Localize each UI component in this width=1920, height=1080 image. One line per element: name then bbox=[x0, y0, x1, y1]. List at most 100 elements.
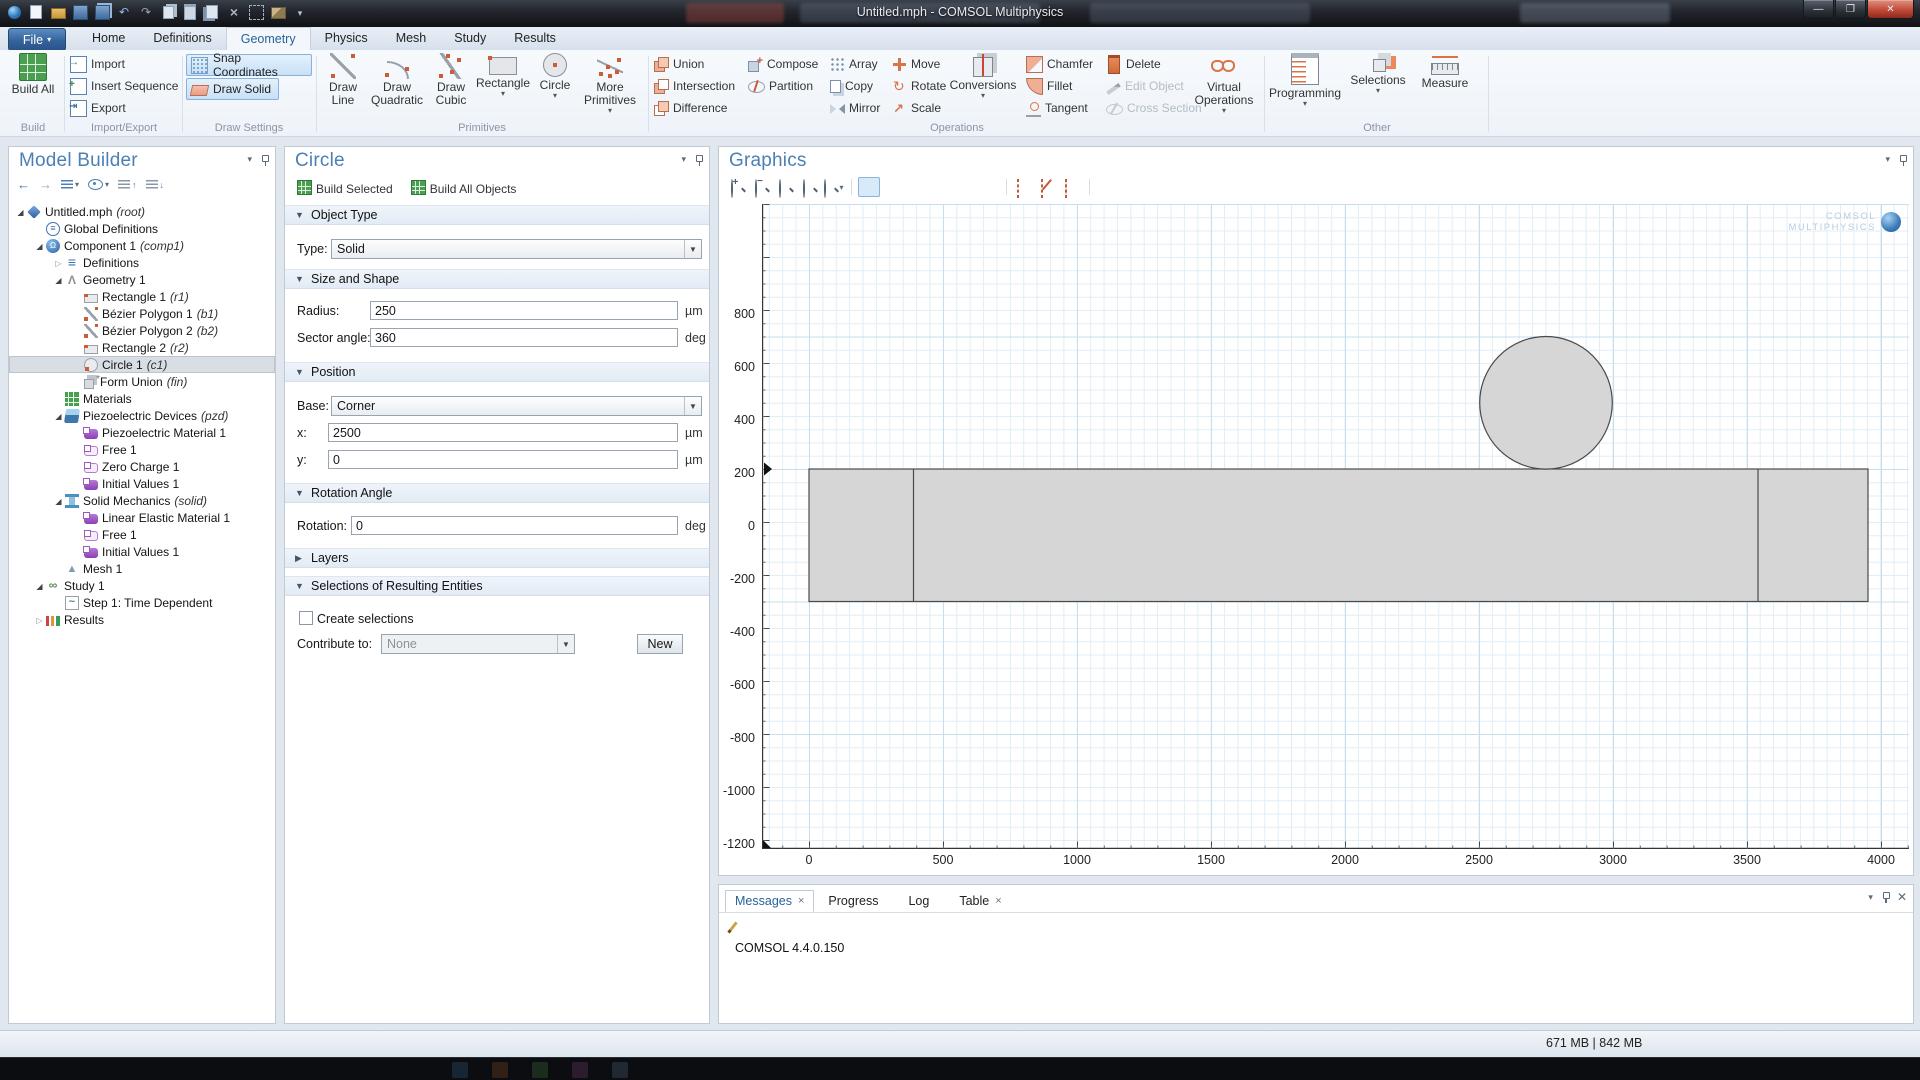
tree-item[interactable]: Zero Charge 1 bbox=[9, 458, 275, 475]
graphics-toolbar-button[interactable] bbox=[1120, 177, 1142, 197]
graphics-toolbar-button[interactable] bbox=[1240, 177, 1262, 197]
section-position[interactable]: ▼Position bbox=[285, 362, 709, 382]
section-selections-of-resulting-entities[interactable]: ▼Selections of Resulting Entities bbox=[285, 576, 709, 596]
cross-section-button[interactable]: Cross Section bbox=[1106, 99, 1202, 117]
tree-item[interactable]: Free 1 bbox=[9, 441, 275, 458]
tree-item[interactable]: Component 1 (comp1) bbox=[9, 237, 275, 254]
graphics-toolbar-button[interactable] bbox=[799, 177, 821, 197]
close-button[interactable]: ✕ bbox=[1867, 0, 1914, 19]
graphics-toolbar-button[interactable] bbox=[775, 177, 797, 197]
conversions-button[interactable]: Conversions▾ bbox=[950, 53, 1016, 100]
tree-item[interactable]: Untitled.mph (root) bbox=[9, 203, 275, 220]
build-selected-button[interactable]: Build Selected bbox=[297, 180, 393, 196]
tree-item[interactable]: Free 1 bbox=[9, 526, 275, 543]
move-up-icon[interactable]: ↑ bbox=[118, 180, 137, 190]
geometry-circle[interactable] bbox=[1480, 337, 1613, 470]
scale-button[interactable]: Scale bbox=[892, 99, 941, 117]
circle-button[interactable]: Circle▾ bbox=[534, 53, 576, 100]
pin-icon[interactable] bbox=[693, 155, 703, 165]
geometry-canvas[interactable] bbox=[762, 204, 1909, 849]
draw-line-button[interactable]: Draw Line bbox=[322, 53, 364, 107]
tree-item[interactable]: Solid Mechanics (solid) bbox=[9, 492, 275, 509]
tree-item[interactable]: Rectangle 1 (r1) bbox=[9, 288, 275, 305]
more-primitives-button[interactable]: More Primitives▾ bbox=[578, 53, 642, 115]
messages-tab[interactable]: Log bbox=[898, 890, 945, 912]
radius-field[interactable]: 250 bbox=[370, 301, 678, 320]
contribute-to-select[interactable]: None▼ bbox=[381, 634, 575, 654]
tree-expand-icon[interactable] bbox=[52, 496, 65, 506]
minimize-button[interactable]: — bbox=[1803, 0, 1834, 19]
section-size-and-shape[interactable]: ▼Size and Shape bbox=[285, 269, 709, 289]
messages-tab[interactable]: Messages × bbox=[725, 890, 814, 912]
tree-item[interactable]: Rectangle 2 (r2) bbox=[9, 339, 275, 356]
build-all-button[interactable]: Build All bbox=[11, 53, 55, 96]
move-down-icon[interactable]: ↓ bbox=[146, 180, 165, 190]
graphics-toolbar-button[interactable] bbox=[727, 177, 749, 197]
build-all-objects-button[interactable]: Build All Objects bbox=[411, 180, 517, 196]
graphics-toolbar-button[interactable] bbox=[1096, 177, 1118, 197]
tree-item[interactable]: Global Definitions bbox=[9, 220, 275, 237]
tab-close-icon[interactable]: × bbox=[798, 895, 804, 907]
graphics-toolbar-button[interactable] bbox=[954, 177, 976, 197]
create-selections-checkbox[interactable] bbox=[299, 611, 313, 625]
partition-button[interactable]: Partition bbox=[748, 77, 813, 95]
graphics-toolbar-button[interactable] bbox=[751, 177, 773, 197]
windows-taskbar[interactable] bbox=[0, 1057, 1920, 1080]
type-select[interactable]: Solid▼ bbox=[331, 239, 702, 259]
panel-menu-icon[interactable]: ▾ bbox=[1868, 892, 1873, 903]
taskbar-icon[interactable] bbox=[612, 1062, 628, 1078]
taskbar-icon[interactable] bbox=[532, 1062, 548, 1078]
ribbon-tab[interactable]: Study bbox=[440, 27, 500, 49]
tree-item[interactable]: Mesh 1 bbox=[9, 560, 275, 577]
panel-menu-icon[interactable]: ▾ bbox=[247, 154, 252, 165]
insert-sequence-button[interactable]: Insert Sequence bbox=[70, 77, 178, 95]
graphics-toolbar-button[interactable] bbox=[1192, 177, 1214, 197]
base-select[interactable]: Corner▼ bbox=[331, 396, 702, 416]
ribbon-tab[interactable]: Mesh bbox=[382, 27, 441, 49]
tree-expand-icon[interactable] bbox=[52, 275, 65, 285]
rotation-field[interactable]: 0 bbox=[351, 516, 678, 535]
graphics-toolbar-button[interactable] bbox=[1037, 177, 1059, 197]
tab-close-icon[interactable]: × bbox=[995, 895, 1001, 907]
graphics-toolbar-button[interactable]: ▾ bbox=[823, 177, 845, 197]
tree-item[interactable]: Initial Values 1 bbox=[9, 543, 275, 560]
back-icon[interactable]: ← bbox=[17, 177, 30, 192]
graphics-toolbar-button[interactable] bbox=[858, 177, 880, 197]
virtual-operations-button[interactable]: Virtual Operations▾ bbox=[1190, 53, 1258, 115]
section-rotation-angle[interactable]: ▼Rotation Angle bbox=[285, 483, 709, 503]
tree-expand-icon[interactable] bbox=[52, 411, 65, 421]
tree-item[interactable]: Bézier Polygon 2 (b2) bbox=[9, 322, 275, 339]
mirror-button[interactable]: Mirror bbox=[830, 99, 880, 117]
taskbar-icon[interactable] bbox=[492, 1062, 508, 1078]
tree-item[interactable]: Geometry 1 bbox=[9, 271, 275, 288]
graphics-toolbar-button[interactable] bbox=[978, 177, 1000, 197]
section-layers[interactable]: ▶Layers bbox=[285, 548, 709, 568]
graphics-toolbar-button[interactable] bbox=[1144, 177, 1166, 197]
panel-menu-icon[interactable]: ▾ bbox=[1885, 154, 1890, 165]
graphics-toolbar-button[interactable] bbox=[930, 177, 952, 197]
move-button[interactable]: Move bbox=[892, 55, 940, 73]
ribbon-tab[interactable]: Physics bbox=[311, 27, 382, 49]
pin-icon[interactable] bbox=[259, 155, 269, 165]
ribbon-tab[interactable]: Results bbox=[500, 27, 570, 49]
tree-expand-icon[interactable] bbox=[14, 207, 27, 217]
tree-expand-icon[interactable] bbox=[33, 581, 46, 591]
export-button[interactable]: Export bbox=[70, 99, 126, 117]
graphics-toolbar-button[interactable] bbox=[1216, 177, 1238, 197]
sector-angle-field[interactable]: 360 bbox=[370, 328, 678, 347]
show-menu-icon[interactable]: ▾ bbox=[88, 179, 109, 190]
tree-item[interactable]: Step 1: Time Dependent bbox=[9, 594, 275, 611]
tree-item[interactable]: Form Union (fin) bbox=[9, 373, 275, 390]
tree-item[interactable]: Circle 1 (c1) bbox=[9, 356, 275, 373]
graphics-toolbar-button[interactable] bbox=[882, 177, 904, 197]
array-button[interactable]: Array bbox=[830, 55, 878, 73]
draw-solid-toggle[interactable]: Draw Solid bbox=[186, 78, 279, 100]
tree-item[interactable]: Piezoelectric Devices (pzd) bbox=[9, 407, 275, 424]
x-field[interactable]: 2500 bbox=[328, 423, 678, 442]
union-button[interactable]: Union bbox=[654, 55, 704, 73]
graphics-toolbar-button[interactable] bbox=[1061, 177, 1083, 197]
rectangle-button[interactable]: Rectangle▾ bbox=[474, 53, 532, 98]
graphics-toolbar-button[interactable] bbox=[1013, 177, 1035, 197]
geometry-bar[interactable] bbox=[809, 469, 1868, 602]
edit-object-button[interactable]: Edit Object bbox=[1106, 77, 1184, 95]
